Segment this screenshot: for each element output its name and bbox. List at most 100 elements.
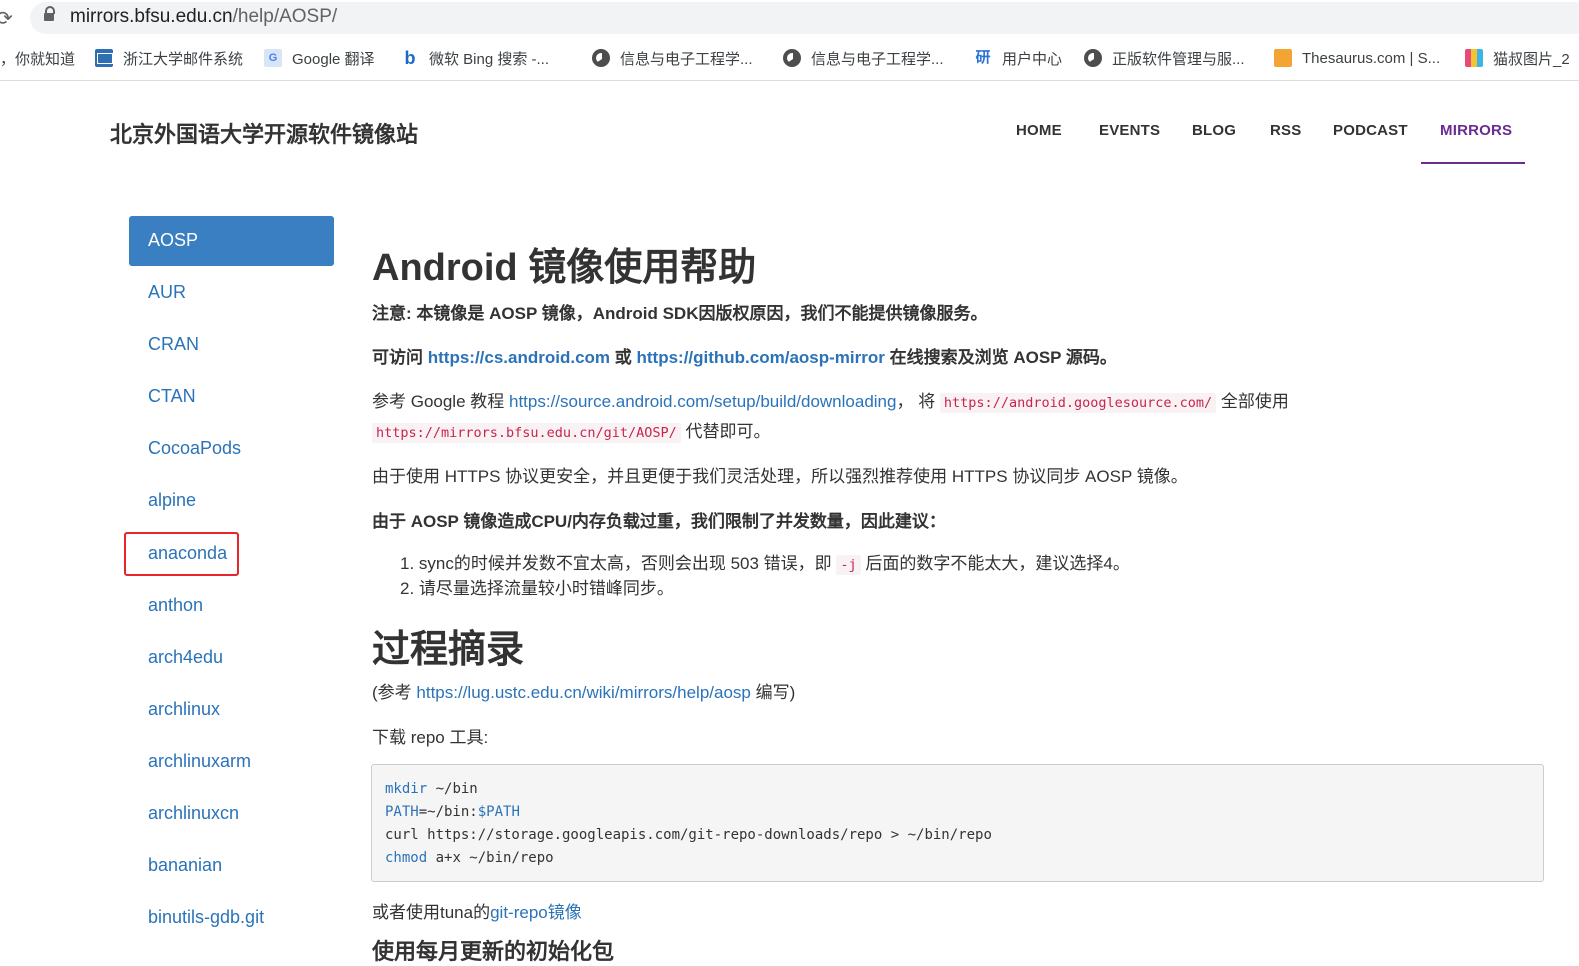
ref-pre: 参考 Google 教程: [372, 392, 509, 411]
reload-icon[interactable]: ⟳: [0, 6, 13, 31]
limit-note: 由于 AOSP 镜像造成CPU/内存负载过重，我们限制了并发数量，因此建议：: [372, 512, 946, 531]
tuna-pre: 或者使用tuna的: [372, 903, 491, 922]
https-note: 由于使用 HTTPS 协议更安全，并且更便于我们灵活处理，所以强烈推荐使用 HT…: [372, 467, 1188, 486]
ref-post: 全部使用: [1216, 392, 1289, 411]
list-item: 2. 请尽量选择流量较小时错峰同步。: [400, 579, 674, 598]
section-heading: 过程摘录: [372, 629, 525, 671]
ref-mid: ， 将: [896, 392, 940, 411]
bookmark-label: 猫叔图片_2: [1493, 50, 1570, 68]
globe-icon: [592, 49, 610, 67]
nav-active-underline: [1421, 162, 1525, 164]
highlight-box: [124, 532, 239, 576]
git-repo-mirror-link[interactable]: git-repo镜像: [490, 903, 582, 922]
yan-icon: 研: [975, 49, 991, 66]
code-text: =~/bin:: [418, 804, 478, 820]
code-line: PATH=~/bin:$PATH: [385, 804, 520, 820]
sidebar-item-cocoapods[interactable]: CocoaPods: [148, 438, 241, 459]
code-text: a+x ~/bin/repo: [427, 850, 554, 866]
code-line: curl https://storage.googleapis.com/git-…: [385, 827, 992, 843]
bookmark-item[interactable]: b 微软 Bing 搜索 -...: [401, 46, 550, 70]
ref-end: 代替即可。: [680, 422, 771, 441]
sidebar-item-ctan[interactable]: CTAN: [148, 386, 196, 407]
bookmark-label: Google 翻译: [292, 50, 375, 68]
sidebar-item-arch4edu[interactable]: arch4edu: [148, 647, 223, 668]
sidebar-item-aur[interactable]: AUR: [148, 282, 186, 303]
site-title[interactable]: 北京外国语大学开源软件镜像站: [110, 117, 418, 149]
tuna-paragraph: 或者使用tuna的git-repo镜像: [372, 898, 582, 923]
code-keyword: chmod: [385, 850, 428, 866]
translate-icon: G: [264, 49, 282, 67]
bookmark-label: 正版软件管理与服...: [1112, 50, 1245, 68]
code-variable: PATH: [385, 804, 419, 820]
bookmark-item[interactable]: 信息与电子工程学...: [592, 46, 753, 70]
sidebar-item-aosp[interactable]: AOSP: [129, 216, 334, 266]
bfsu-aosp-code: https://mirrors.bfsu.edu.cn/git/AOSP/: [372, 423, 681, 443]
ol1-pre: 1. sync的时候并发数不宜太高，否则会出现 503 错误，即: [400, 554, 837, 573]
bookmark-item[interactable]: Thesaurus.com | S...: [1274, 46, 1440, 70]
url-text[interactable]: mirrors.bfsu.edu.cn/help/AOSP/: [70, 6, 337, 28]
mail-icon: [95, 49, 113, 67]
bookmark-label: 浙江大学邮件系统: [123, 50, 244, 68]
bookmark-label: 信息与电子工程学...: [811, 50, 944, 68]
repo-label: 下载 repo 工具:: [372, 728, 489, 747]
code-line: chmod a+x ~/bin/repo: [385, 850, 554, 866]
bookmark-item[interactable]: 研用户中心: [974, 46, 1062, 70]
ref-paragraph-line2: https://mirrors.bfsu.edu.cn/git/AOSP/ 代替…: [372, 417, 771, 443]
visit-pre: 可访问: [372, 348, 428, 367]
googlesource-code: https://android.googlesource.com/: [939, 393, 1217, 413]
ustc-post: 编写): [750, 683, 796, 702]
nav-rss[interactable]: RSS: [1270, 122, 1301, 139]
globe-icon: [1084, 49, 1102, 67]
lock-icon[interactable]: [44, 6, 55, 23]
next-section-heading: 使用每月更新的初始化包: [372, 939, 615, 964]
list-item: 1. sync的时候并发数不宜太高，否则会出现 503 错误，即 -j 后面的数…: [400, 549, 1130, 575]
github-aosp-link[interactable]: https://github.com/aosp-mirror: [636, 348, 884, 367]
bing-icon: b: [404, 48, 416, 68]
page-title: Android 镜像使用帮助: [372, 247, 757, 289]
visit-paragraph: 可访问 https://cs.android.com 或 https://git…: [372, 343, 1117, 368]
code-text: ~/bin: [427, 781, 478, 797]
cs-android-link[interactable]: https://cs.android.com: [428, 348, 610, 367]
sidebar-item-anthon[interactable]: anthon: [148, 595, 203, 616]
sidebar-item-binutils-gdb[interactable]: binutils-gdb.git: [148, 907, 264, 928]
address-bar: ⟳ mirrors.bfsu.edu.cn/help/AOSP/: [0, 0, 1579, 36]
bookmark-label: Thesaurus.com | S...: [1302, 49, 1441, 67]
ref-paragraph: 参考 Google 教程 https://source.android.com/…: [372, 387, 1289, 413]
ustc-paragraph: (参考 https://lug.ustc.edu.cn/wiki/mirrors…: [372, 678, 795, 703]
sidebar-item-bananian[interactable]: bananian: [148, 855, 222, 876]
bookmarks-bar: ，你就知道 浙江大学邮件系统 G Google 翻译 b 微软 Bing 搜索 -.…: [0, 36, 1579, 81]
nav-home[interactable]: HOME: [1016, 122, 1062, 139]
sidebar-item-archlinuxcn[interactable]: archlinuxcn: [148, 803, 239, 824]
globe-icon: [783, 49, 801, 67]
nav-events[interactable]: EVENTS: [1099, 122, 1160, 139]
ustc-pre: (参考: [372, 683, 417, 702]
code-block[interactable]: mkdir ~/bin PATH=~/bin:$PATH curl https:…: [371, 764, 1544, 882]
bookmark-item[interactable]: 浙江大学邮件系统: [95, 46, 243, 70]
thesaurus-icon: [1274, 49, 1292, 67]
nav-blog[interactable]: BLOG: [1192, 122, 1236, 139]
bookmark-label: 信息与电子工程学...: [620, 50, 753, 68]
j-flag-code: -j: [836, 555, 861, 575]
sidebar-item-alpine[interactable]: alpine: [148, 490, 196, 511]
notice-text: 注意: 本镜像是 AOSP 镜像，Android SDK因版权原因，我们不能提供…: [372, 304, 988, 323]
bookmark-item[interactable]: 猫叔图片_2: [1465, 46, 1570, 70]
ol1-post: 后面的数字不能太大，建议选择4。: [860, 554, 1130, 573]
nav-podcast[interactable]: PODCAST: [1333, 122, 1408, 139]
cat-icon: [1465, 49, 1483, 67]
bookmark-label: ，你就知道: [0, 50, 76, 68]
bookmark-item[interactable]: G Google 翻译: [264, 46, 375, 70]
nav-mirrors[interactable]: MIRRORS: [1440, 122, 1512, 139]
bookmark-item[interactable]: 信息与电子工程学...: [783, 46, 944, 70]
bookmark-item[interactable]: 正版软件管理与服...: [1084, 46, 1245, 70]
sidebar-item-archlinuxarm[interactable]: archlinuxarm: [148, 751, 251, 772]
ustc-aosp-link[interactable]: https://lug.ustc.edu.cn/wiki/mirrors/hel…: [416, 683, 750, 702]
source-android-link[interactable]: https://source.android.com/setup/build/d…: [509, 392, 896, 411]
bookmark-label: 用户中心: [1002, 50, 1063, 68]
sidebar-item-archlinux[interactable]: archlinux: [148, 699, 220, 720]
bookmark-item[interactable]: ，你就知道: [0, 46, 75, 70]
bookmark-label: 微软 Bing 搜索 -...: [429, 50, 550, 68]
code-variable: $PATH: [477, 804, 520, 820]
sidebar-item-cran[interactable]: CRAN: [148, 334, 199, 355]
visit-mid: 或: [610, 348, 637, 367]
visit-post: 在线搜索及浏览 AOSP 源码。: [884, 348, 1117, 367]
